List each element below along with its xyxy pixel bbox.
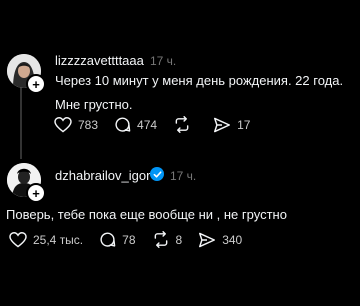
- repost-count: 8: [175, 232, 183, 247]
- like-button[interactable]: 783: [54, 116, 99, 133]
- share-button[interactable]: 17: [213, 117, 250, 133]
- verified-badge-icon: [150, 167, 164, 181]
- repost-button[interactable]: [173, 116, 197, 133]
- send-icon: [214, 117, 231, 132]
- repost-button[interactable]: 8: [152, 231, 183, 248]
- repost-icon: [175, 116, 189, 133]
- username[interactable]: dzhabrailov_igor: [55, 168, 150, 183]
- comment-button[interactable]: 474: [114, 116, 157, 133]
- post-text: Через 10 минут у меня день рождения. 22 …: [55, 73, 344, 112]
- comment-button[interactable]: 78: [99, 231, 136, 248]
- heart-icon: [54, 116, 72, 132]
- like-count: 783: [78, 117, 99, 132]
- username[interactable]: lizzzzavettttaaa: [55, 53, 144, 68]
- like-count: 25,4 тыс.: [33, 232, 84, 247]
- post-actions: 25,4 тыс. 78 8 340: [9, 231, 258, 248]
- timestamp: 17 ч.: [170, 169, 197, 183]
- comment-icon: [100, 232, 116, 247]
- post-text: Поверь, тебе пока еще вообще ни , не гру…: [6, 207, 287, 222]
- share-count: 340: [222, 232, 243, 247]
- timestamp: 17 ч.: [150, 54, 177, 68]
- comment-count: 474: [137, 117, 158, 132]
- share-count: 17: [237, 117, 251, 132]
- like-button[interactable]: 25,4 тыс.: [9, 231, 84, 248]
- post-actions: 783 474 17: [54, 116, 266, 133]
- avatar[interactable]: +: [7, 54, 46, 94]
- avatar[interactable]: +: [7, 163, 46, 203]
- threads-conversation: + lizzzzavettttaaa 17 ч. Через 10 минут …: [0, 0, 360, 306]
- share-button[interactable]: 340: [198, 232, 242, 248]
- repost-icon: [154, 231, 167, 248]
- heart-icon: [9, 231, 27, 247]
- comment-icon: [115, 117, 131, 132]
- plus-icon[interactable]: +: [26, 183, 46, 203]
- plus-icon[interactable]: +: [26, 74, 46, 94]
- comment-count: 78: [122, 232, 136, 247]
- send-icon: [199, 232, 216, 247]
